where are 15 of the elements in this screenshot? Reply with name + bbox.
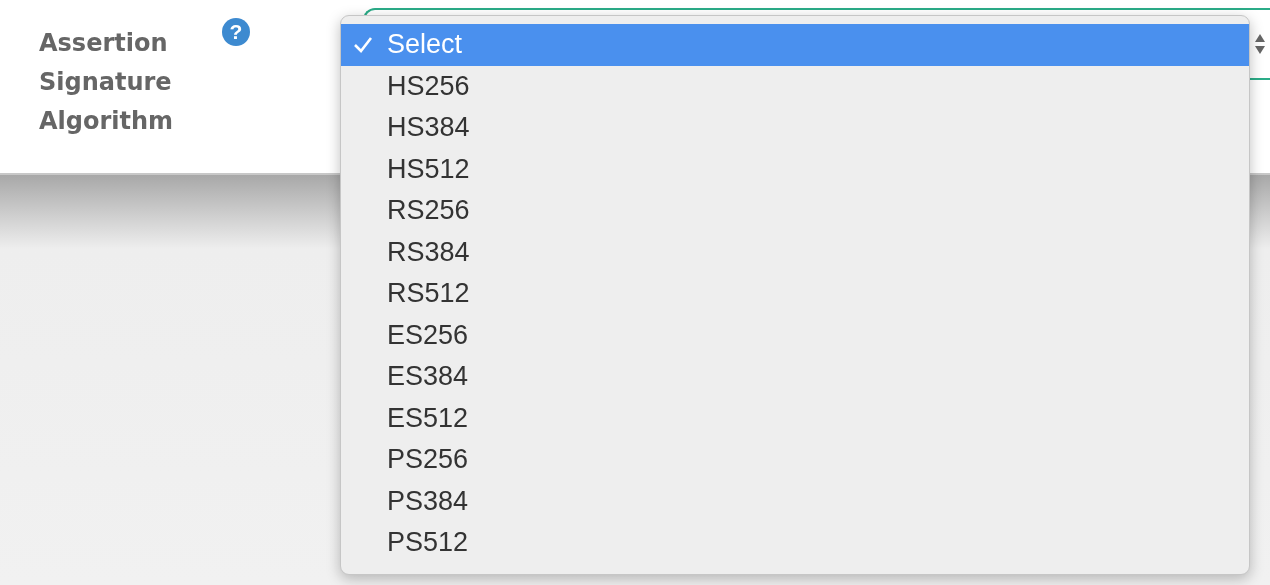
- field-label: Assertion Signature Algorithm: [39, 28, 175, 137]
- dropdown-option[interactable]: RS512: [341, 273, 1249, 315]
- dropdown-option[interactable]: HS256: [341, 65, 1249, 107]
- dropdown-option[interactable]: PS384: [341, 480, 1249, 522]
- dropdown-option[interactable]: HS512: [341, 148, 1249, 190]
- dropdown-option[interactable]: HS384: [341, 107, 1249, 149]
- help-icon[interactable]: ?: [222, 18, 250, 46]
- dropdown-option[interactable]: PS256: [341, 439, 1249, 481]
- checkmark-icon: [353, 36, 373, 54]
- dropdown-option[interactable]: RS384: [341, 231, 1249, 273]
- dropdown-option[interactable]: ES256: [341, 314, 1249, 356]
- dropdown-option[interactable]: ES512: [341, 397, 1249, 439]
- dropdown-option[interactable]: ES384: [341, 356, 1249, 398]
- dropdown-option[interactable]: PS512: [341, 522, 1249, 564]
- dropdown-option[interactable]: RS256: [341, 190, 1249, 232]
